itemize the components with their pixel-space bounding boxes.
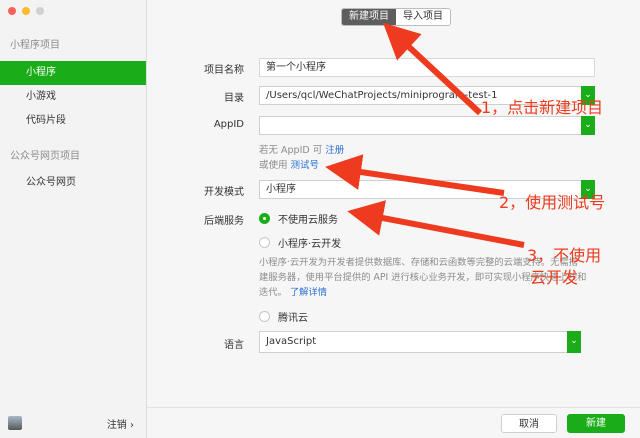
- dev-mode-value: 小程序: [266, 184, 296, 195]
- backend-option-cloud-label: 小程序·云开发: [278, 239, 342, 250]
- sidebar-item-code-snippet[interactable]: 代码片段: [0, 109, 146, 133]
- language-value: JavaScript: [266, 336, 317, 347]
- sidebar-item-minigame[interactable]: 小游戏: [0, 85, 146, 109]
- cancel-button[interactable]: 取消: [501, 414, 557, 433]
- register-link[interactable]: 注册: [325, 145, 344, 156]
- chevron-down-icon[interactable]: ⌄: [581, 116, 595, 135]
- minimize-window-button[interactable]: [22, 7, 30, 15]
- annotation-step-1: 1，点击新建项目: [481, 98, 604, 117]
- create-button[interactable]: 新建: [567, 414, 625, 433]
- avatar[interactable]: [8, 416, 22, 430]
- backend-option-tencent-label: 腾讯云: [278, 313, 308, 324]
- annotation-step-2: 2，使用测试号: [499, 193, 606, 212]
- radio-icon[interactable]: [259, 237, 270, 248]
- dev-mode-label: 开发模式: [204, 187, 244, 198]
- appid-input[interactable]: ⌄: [259, 116, 595, 135]
- cloud-description-tail: 迭代。: [259, 287, 287, 298]
- appid-register-hint: 若无 AppID 可 注册: [259, 142, 344, 156]
- sidebar-item-official-web[interactable]: 公众号网页: [0, 171, 146, 195]
- section-label-miniprogram: 小程序项目: [10, 40, 60, 51]
- tab-new-project[interactable]: 新建项目: [342, 9, 396, 25]
- sidebar-footer: 注销 ›: [0, 408, 146, 438]
- appid-label: AppID: [213, 119, 244, 130]
- project-type-tabs: 新建项目 导入项目: [341, 8, 451, 26]
- chevron-down-icon[interactable]: ⌄: [567, 331, 581, 353]
- annotation-step-3-line1: 3，不使用: [527, 246, 602, 265]
- directory-value: /Users/qcl/WeChatProjects/miniprogram-te…: [266, 90, 498, 101]
- language-label: 语言: [224, 340, 244, 351]
- language-select[interactable]: JavaScript ⌄: [259, 331, 581, 353]
- test-account-hint: 或使用 测试号: [259, 157, 319, 171]
- test-account-hint-text: 或使用: [259, 160, 288, 171]
- backend-option-tencent-cloud[interactable]: 腾讯云: [259, 309, 308, 324]
- test-account-link[interactable]: 测试号: [291, 160, 320, 171]
- logout-link[interactable]: 注销 ›: [107, 416, 134, 431]
- main-panel: 新建项目 导入项目 项目名称 第一个小程序 目录 /Users/qcl/WeCh…: [147, 0, 640, 438]
- backend-option-cloud[interactable]: 小程序·云开发: [259, 235, 341, 250]
- backend-label: 后端服务: [204, 216, 244, 227]
- tab-import-project[interactable]: 导入项目: [396, 9, 450, 25]
- directory-label: 目录: [224, 93, 244, 104]
- radio-selected-icon[interactable]: [259, 213, 270, 224]
- radio-icon[interactable]: [259, 311, 270, 322]
- register-hint-text: 若无 AppID 可: [259, 145, 323, 156]
- project-name-input[interactable]: 第一个小程序: [259, 58, 595, 77]
- dialog-footer: 取消 新建: [147, 407, 640, 438]
- annotation-step-3-line2: 云开发: [530, 268, 579, 287]
- sidebar: 小程序项目 小程序 小游戏 代码片段 公众号网页项目 公众号网页 注销 ›: [0, 0, 147, 438]
- backend-option-none-label: 不使用云服务: [278, 215, 338, 226]
- backend-option-none[interactable]: 不使用云服务: [259, 211, 338, 226]
- zoom-window-button[interactable]: [36, 7, 44, 15]
- close-window-button[interactable]: [8, 7, 16, 15]
- sidebar-item-miniprogram[interactable]: 小程序: [0, 61, 146, 85]
- window-controls: [8, 7, 44, 15]
- section-label-official-account: 公众号网页项目: [10, 151, 80, 162]
- learn-more-link[interactable]: 了解详情: [290, 287, 327, 298]
- project-name-label: 项目名称: [204, 65, 244, 76]
